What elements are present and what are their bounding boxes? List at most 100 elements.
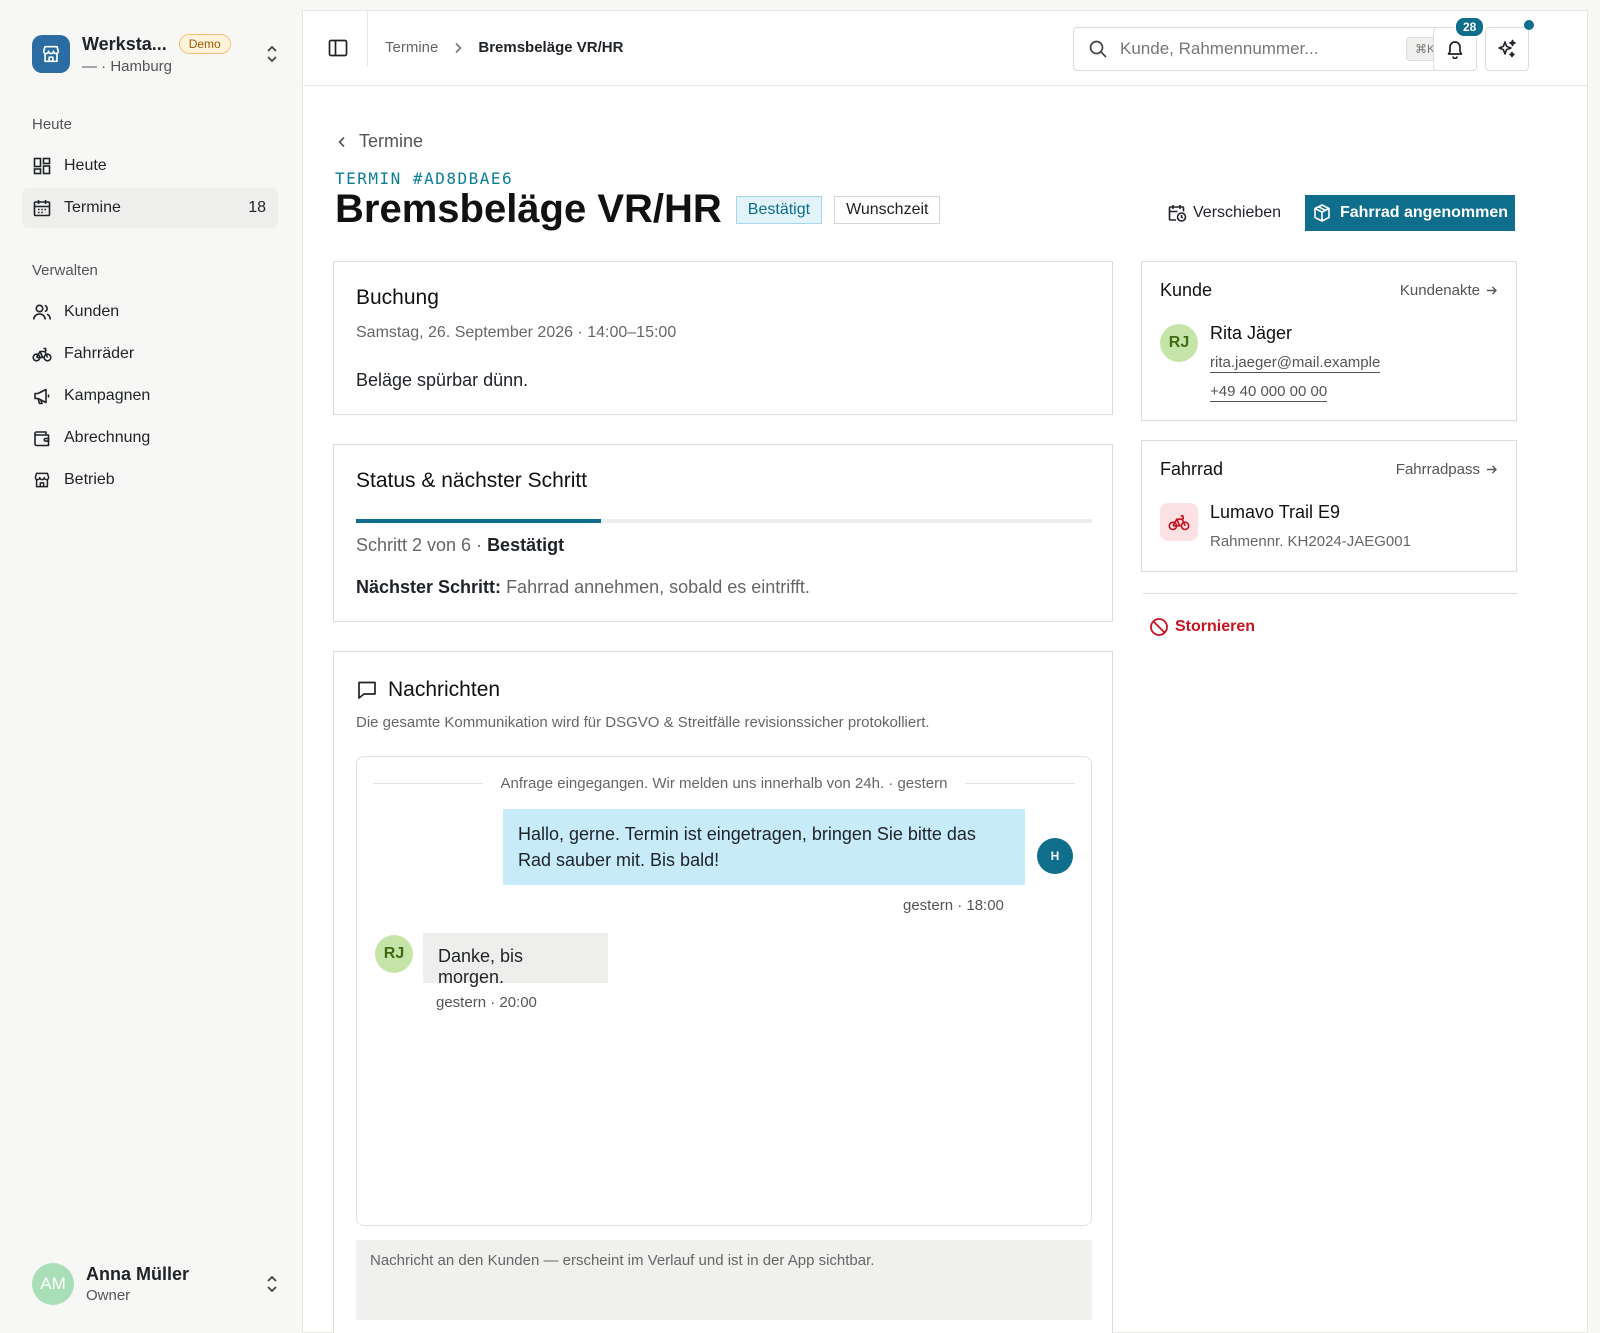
bike-card-header: Fahrrad Fahrradpass	[1160, 459, 1498, 480]
outgoing-message-time: gestern · 18:00	[903, 897, 1004, 914]
calendar-icon	[33, 200, 51, 217]
chevron-up-down-icon	[267, 1275, 277, 1293]
booking-date: Samstag, 26. September 2026 · 14:00–15:0…	[356, 324, 677, 341]
back-label: Termine	[359, 131, 424, 151]
bike-frame-number: Rahmennr. KH2024-JAEG001	[1210, 533, 1411, 550]
sidebar-item-heute[interactable]: Heute	[22, 146, 278, 186]
message-square-icon	[358, 681, 376, 699]
search-field[interactable]: ⌘K	[1073, 27, 1457, 71]
customer-file-link-label: Kundenakte	[1399, 282, 1480, 299]
chevron-right-icon	[455, 42, 462, 53]
calendar-clock-icon	[1168, 205, 1187, 222]
ban-icon	[1150, 618, 1168, 636]
sidebar-item-kunden[interactable]: Kunden	[22, 292, 278, 332]
package-icon	[1314, 204, 1330, 222]
breadcrumb: Termine Bremsbeläge VR/HR	[385, 39, 623, 56]
customer-phone-link[interactable]: +49 40 000 00 00	[1210, 383, 1328, 402]
customer-card-header: Kunde Kundenakte	[1160, 280, 1498, 301]
messages-header: Nachrichten	[356, 678, 500, 702]
outgoing-message: Hallo, gerne. Termin ist eingetragen, br…	[503, 809, 1025, 885]
divider	[965, 783, 1076, 784]
store-icon	[34, 472, 50, 488]
topbar: Termine Bremsbeläge VR/HR ⌘K 28	[303, 11, 1587, 86]
avatar: H	[1037, 838, 1073, 874]
messages-card: Nachrichten Die gesamte Kommunikation wi…	[333, 651, 1113, 1333]
user-menu[interactable]: AM Anna Müller Owner	[32, 1262, 282, 1306]
incoming-message-time: gestern · 20:00	[436, 994, 537, 1011]
bike-card-title: Fahrrad	[1160, 459, 1224, 479]
time-badge: Wunschzeit	[834, 195, 941, 224]
search-icon	[1089, 40, 1107, 58]
accept-bike-label: Fahrrad angenommen	[1339, 204, 1509, 221]
user-name: Anna Müller	[86, 1264, 190, 1284]
sidebar-item-termine[interactable]: Termine 18	[22, 188, 278, 228]
workspace-location: — · Hamburg	[82, 57, 173, 75]
search-input[interactable]	[1120, 39, 1390, 59]
arrow-right-icon	[1487, 286, 1497, 295]
customer-card: Kunde Kundenakte RJ Rita Jäger rita.jaeg…	[1141, 261, 1517, 421]
bike-pass-link-label: Fahrradpass	[1395, 461, 1480, 478]
notifications-button[interactable]: 28	[1433, 16, 1486, 71]
bell-icon	[1447, 41, 1463, 59]
wallet-icon	[34, 431, 50, 447]
customer-card-title: Kunde	[1160, 280, 1213, 300]
workspace-switcher[interactable]: Werksta... Demo — · Hamburg	[32, 32, 282, 76]
customer-file-link[interactable]: Kundenakte	[1400, 282, 1498, 299]
sidebar-item-label: Heute	[64, 157, 107, 174]
avatar: AM	[32, 1263, 74, 1305]
users-icon	[33, 304, 51, 320]
sidebar-item-label: Fahrräder	[64, 345, 135, 362]
messages-subtitle: Die gesamte Kommunikation wird für DSGVO…	[356, 714, 930, 731]
cancel-button[interactable]: Stornieren	[1149, 617, 1255, 637]
chevron-up-down-icon	[267, 45, 277, 63]
customer-email-link[interactable]: rita.jaeger@mail.example	[1210, 354, 1381, 373]
page-title: Bremsbeläge VR/HR	[335, 187, 722, 231]
message-composer-input[interactable]	[356, 1240, 1092, 1320]
step-info: Schritt 2 von 6 · Bestätigt	[356, 535, 564, 556]
arrow-right-icon	[1487, 465, 1497, 474]
sidebar-item-label: Termine	[64, 199, 121, 216]
booking-title: Buchung	[356, 286, 439, 309]
system-message: Anfrage eingegangen. Wir melden uns inne…	[373, 775, 1076, 792]
sidebar-item-fahrraeder[interactable]: Fahrräder	[22, 334, 278, 374]
step-label: Bestätigt	[487, 535, 565, 555]
breadcrumb-current: Bremsbeläge VR/HR	[478, 39, 624, 56]
sidebar-toggle-icon[interactable]	[327, 37, 349, 59]
sidebar-item-label: Kunden	[64, 303, 120, 320]
title-row: Bremsbeläge VR/HR Bestätigt Wunschzeit	[335, 187, 941, 232]
user-role: Owner	[86, 1287, 131, 1304]
next-step-text: Fahrrad annehmen, sobald es eintrifft.	[506, 577, 810, 597]
topbar-divider	[367, 11, 368, 66]
megaphone-icon	[34, 388, 50, 405]
back-link[interactable]: Termine	[335, 131, 423, 152]
reschedule-button[interactable]: Verschieben	[1157, 195, 1291, 231]
sidebar-item-betrieb[interactable]: Betrieb	[22, 460, 278, 500]
notification-count: 28	[1454, 16, 1486, 38]
bicycle-icon	[1160, 503, 1198, 541]
accept-bike-button[interactable]: Fahrrad angenommen	[1305, 195, 1515, 231]
reschedule-label: Verschieben	[1193, 204, 1282, 221]
sidebar-item-abrechnung[interactable]: Abrechnung	[22, 418, 278, 458]
breadcrumb-termine[interactable]: Termine	[385, 39, 438, 56]
assistant-button[interactable]	[1485, 20, 1534, 71]
avatar: RJ	[375, 935, 413, 973]
sidebar-item-label: Betrieb	[64, 471, 115, 488]
sparkles-icon	[1498, 39, 1516, 58]
divider	[373, 783, 483, 784]
bike-pass-link[interactable]: Fahrradpass	[1396, 461, 1498, 478]
bike-card: Fahrrad Fahrradpass Lumavo Trail E9 Rahm…	[1141, 440, 1517, 572]
nav-section-today: Heute	[32, 116, 73, 133]
sidebar-item-label: Kampagnen	[64, 387, 151, 404]
chat-thread[interactable]: Anfrage eingegangen. Wir melden uns inne…	[356, 756, 1092, 1226]
demo-badge: Demo	[178, 34, 231, 54]
sidebar-item-kampagnen[interactable]: Kampagnen	[22, 376, 278, 416]
next-step-label: Nächster Schritt:	[356, 577, 502, 597]
termin-id: TERMIN #AD8DBAE6	[335, 169, 514, 188]
customer-name: Rita Jäger	[1210, 323, 1293, 343]
incoming-message: Danke, bis morgen.	[423, 933, 608, 987]
booking-note: Beläge spürbar dünn.	[356, 370, 529, 390]
sidebar: Werksta... Demo — · Hamburg Heute Heute …	[0, 0, 300, 1333]
step-progress-fill	[356, 519, 602, 523]
step-progress-bar	[356, 519, 1092, 523]
next-step: Nächster Schritt: Fahrrad annehmen, soba…	[356, 577, 810, 598]
